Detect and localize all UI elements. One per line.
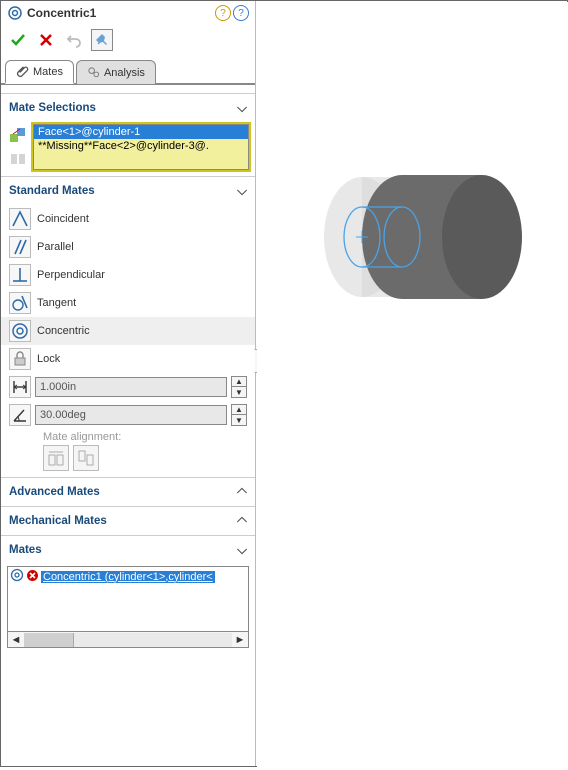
tangent-icon (9, 292, 31, 314)
pin-button[interactable] (91, 29, 113, 51)
entity-icon[interactable] (7, 124, 29, 146)
selection-item-2[interactable]: **Missing**Face<2>@cylinder-3@. (34, 139, 248, 153)
coincident-icon (9, 208, 31, 230)
scroll-track[interactable] (24, 633, 232, 647)
paperclip-icon (16, 65, 29, 78)
gears-icon (87, 66, 100, 79)
align-anti-button[interactable] (73, 445, 99, 471)
scroll-left-button[interactable]: ◄ (8, 633, 24, 647)
undo-button[interactable] (63, 29, 85, 51)
section-mates[interactable]: Mates ⌵ (1, 535, 255, 564)
angle-input[interactable] (35, 405, 227, 425)
angle-icon (9, 404, 31, 426)
3d-viewport[interactable] (257, 2, 568, 767)
chevron-up-icon: ⌵ (237, 183, 247, 199)
error-icon (26, 569, 39, 585)
section-advanced-mates[interactable]: Advanced Mates ⌵ (1, 477, 255, 506)
mate-perpendicular[interactable]: Perpendicular (1, 261, 255, 289)
mate-tangent[interactable]: Tangent (1, 289, 255, 317)
distance-input[interactable] (35, 377, 227, 397)
selection-item-1[interactable]: Face<1>@cylinder-1 (34, 125, 248, 139)
tab-analysis[interactable]: Analysis (76, 60, 156, 84)
multi-mate-icon[interactable] (7, 148, 29, 170)
concentric-icon (7, 5, 23, 21)
help-icon-warning[interactable]: ? (215, 5, 231, 21)
mates-list-item[interactable]: Concentric1 (cylinder<1>,cylinder< (8, 567, 248, 586)
tab-analysis-label: Analysis (104, 67, 145, 79)
alignment-label: Mate alignment: (43, 431, 247, 443)
horizontal-scrollbar[interactable]: ◄ ► (7, 632, 249, 648)
chevron-down-icon: ⌵ (237, 513, 247, 529)
lock-icon (9, 348, 31, 370)
mate-lock[interactable]: Lock (1, 345, 255, 373)
mate-coincident[interactable]: Coincident (1, 205, 255, 233)
tab-mates-label: Mates (33, 66, 63, 78)
mates-list[interactable]: Concentric1 (cylinder<1>,cylinder< (7, 566, 249, 632)
parallel-icon (9, 236, 31, 258)
section-standard-mates[interactable]: Standard Mates ⌵ (1, 176, 255, 205)
angle-spinner[interactable]: ▲▼ (231, 404, 247, 426)
mate-concentric[interactable]: Concentric (1, 317, 255, 345)
feature-title: Concentric1 (27, 6, 215, 20)
chevron-down-icon: ⌵ (237, 484, 247, 500)
concentric-icon (10, 568, 24, 585)
chevron-up-icon: ⌵ (237, 100, 247, 116)
align-aligned-button[interactable] (43, 445, 69, 471)
selection-list[interactable]: Face<1>@cylinder-1 **Missing**Face<2>@cy… (33, 124, 249, 170)
help-icon[interactable]: ? (233, 5, 249, 21)
cancel-button[interactable] (35, 29, 57, 51)
section-mechanical-mates[interactable]: Mechanical Mates ⌵ (1, 506, 255, 535)
scroll-thumb[interactable] (24, 633, 74, 647)
tab-row: Mates Analysis (1, 59, 255, 85)
tab-mates[interactable]: Mates (5, 60, 74, 84)
distance-spinner[interactable]: ▲▼ (231, 376, 247, 398)
perpendicular-icon (9, 264, 31, 286)
ok-button[interactable] (7, 29, 29, 51)
concentric-icon (9, 320, 31, 342)
scroll-right-button[interactable]: ► (232, 633, 248, 647)
chevron-up-icon: ⌵ (237, 542, 247, 558)
section-mate-selections[interactable]: Mate Selections ⌵ (1, 93, 255, 122)
mate-parallel[interactable]: Parallel (1, 233, 255, 261)
distance-icon (9, 376, 31, 398)
